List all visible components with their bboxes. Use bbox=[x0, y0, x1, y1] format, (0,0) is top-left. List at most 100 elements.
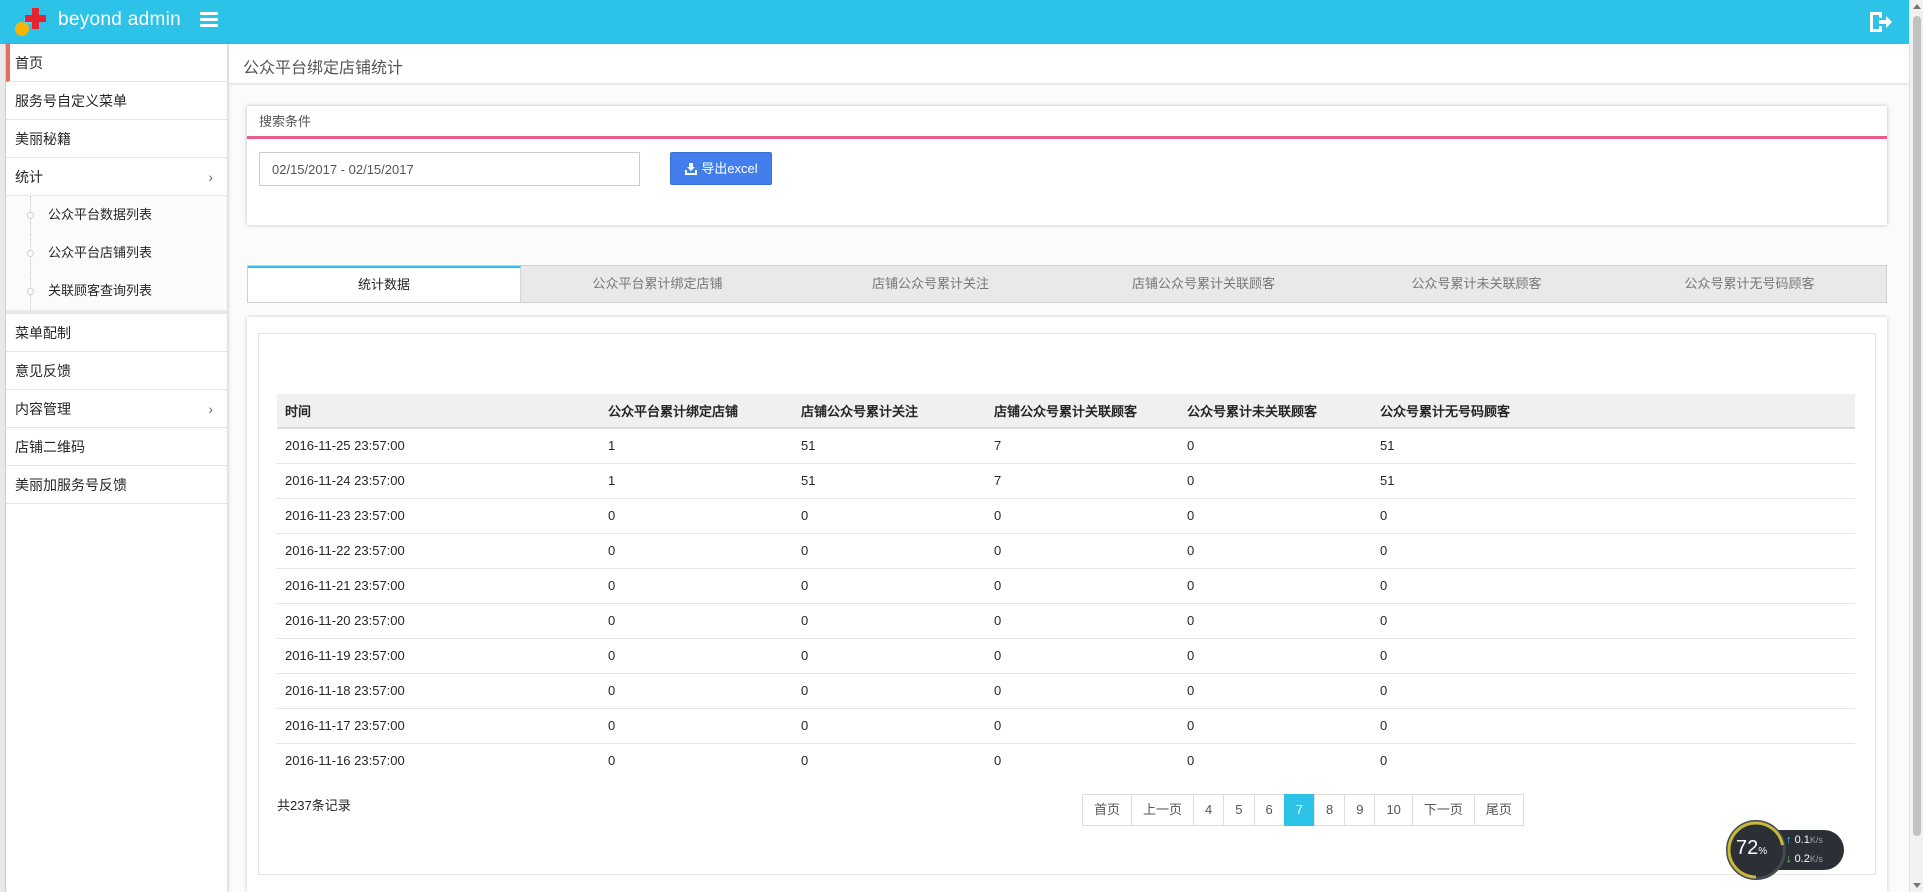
page-link[interactable]: 尾页 bbox=[1473, 794, 1524, 826]
column-header[interactable]: 公众号累计无号码顾客 bbox=[1372, 394, 1855, 429]
table-cell: 2016-11-23 23:57:00 bbox=[277, 498, 600, 534]
table-cell: 0 bbox=[1179, 673, 1372, 709]
bullet-icon bbox=[27, 250, 34, 257]
sidebar: 首页 服务号自定义菜单美丽秘籍统计 › 公众平台数据列表 公众平台店铺列表 关联顾客查询列… bbox=[0, 44, 228, 892]
sidebar-item[interactable]: 统计 › bbox=[6, 158, 227, 196]
top-navbar: beyond admin bbox=[0, 0, 1923, 44]
column-header[interactable]: 公众号累计未关联顾客 bbox=[1179, 394, 1372, 429]
table-cell: 51 bbox=[1372, 428, 1855, 464]
table-cell: 0 bbox=[600, 673, 793, 709]
table-cell: 2016-11-16 23:57:00 bbox=[285, 753, 405, 769]
brand-name[interactable]: beyond admin bbox=[58, 9, 181, 31]
page-link[interactable]: 上一页 bbox=[1131, 794, 1195, 826]
table-row: 2016-11-21 23:57:00 0 0 0 0 0 bbox=[277, 568, 1855, 604]
sidebar-item[interactable]: 首页 bbox=[6, 44, 227, 82]
stats-tabs: 统计数据 公众平台累计绑定店铺 店铺公众号累计关注 店铺公众号累计关联顾客 公众号累计未… bbox=[247, 265, 1887, 303]
table-cell: 0 bbox=[1179, 638, 1372, 674]
logo-icon[interactable] bbox=[13, 5, 49, 39]
column-header[interactable]: 店铺公众号累计关注 bbox=[793, 394, 986, 429]
tab-item[interactable]: 店铺公众号累计关注 bbox=[794, 266, 1067, 302]
speed-percent: 72% bbox=[1736, 837, 1768, 859]
sidebar-subitem[interactable]: 公众平台店铺列表 bbox=[6, 234, 227, 272]
page-link[interactable]: 下一页 bbox=[1411, 794, 1475, 826]
tab-item[interactable]: 公众平台累计绑定店铺 bbox=[521, 266, 794, 302]
page-link[interactable]: 9 bbox=[1344, 794, 1376, 826]
table-cell: 7 bbox=[986, 463, 1179, 499]
table-cell: 0 bbox=[986, 708, 1179, 744]
search-widget: 搜索条件 导出excel bbox=[247, 106, 1887, 225]
scrollbar-thumb[interactable] bbox=[1913, 16, 1921, 836]
column-header[interactable]: 店铺公众号累计关联顾客 bbox=[986, 394, 1179, 429]
sidebar-subitem[interactable]: 关联顾客查询列表 bbox=[6, 272, 227, 310]
sidebar-item-label: 菜单配制 bbox=[15, 325, 71, 341]
table-cell: 0 bbox=[793, 568, 986, 604]
sidebar-subitem[interactable]: 公众平台数据列表 bbox=[6, 196, 227, 234]
table-cell: 0 bbox=[608, 753, 616, 769]
export-button-label: 导出excel bbox=[701, 161, 758, 176]
menu-toggle-icon[interactable] bbox=[200, 12, 218, 28]
table-cell: 2016-11-18 23:57:00 bbox=[277, 673, 600, 709]
sidebar-item-label: 意见反馈 bbox=[15, 363, 71, 379]
date-range-input[interactable] bbox=[259, 152, 640, 186]
download-speed: ↓ 0.2K/s bbox=[1786, 853, 1823, 865]
table-cell: 0 bbox=[600, 708, 793, 744]
sidebar-item[interactable]: 菜单配制 bbox=[6, 314, 227, 352]
table-row: 2016-11-18 23:57:00 0 0 0 0 0 bbox=[277, 673, 1855, 709]
table-cell: 2016-11-25 23:57:00 bbox=[277, 428, 600, 464]
sidebar-item-label: 美丽秘籍 bbox=[15, 131, 71, 147]
bullet-icon bbox=[27, 212, 34, 219]
page-title: 公众平台绑定店铺统计 bbox=[243, 60, 404, 77]
scroll-down-icon[interactable] bbox=[1913, 883, 1921, 888]
table-row: 2016-11-22 23:57:00 0 0 0 0 0 bbox=[277, 533, 1855, 569]
upload-speed: ↑ 0.1K/s bbox=[1786, 834, 1823, 846]
column-header[interactable]: 公众平台累计绑定店铺 bbox=[600, 394, 793, 429]
tab-item[interactable]: 店铺公众号累计关联顾客 bbox=[1067, 266, 1340, 302]
tab-item[interactable]: 公众号累计无号码顾客 bbox=[1613, 266, 1886, 302]
sidebar-item[interactable]: 服务号自定义菜单 bbox=[6, 82, 227, 120]
table-cell: 0 bbox=[1179, 708, 1372, 744]
page-link[interactable]: 8 bbox=[1313, 794, 1346, 826]
pagination: 首页 上一页 4 5 6 7 8 9 10 下一页 尾页 bbox=[1082, 794, 1524, 826]
page-link[interactable]: 5 bbox=[1223, 794, 1255, 826]
table-cell: 0 bbox=[600, 533, 793, 569]
sidebar-menu: 首页 服务号自定义菜单美丽秘籍统计 › 公众平台数据列表 公众平台店铺列表 关联顾客查询列… bbox=[6, 44, 227, 504]
table-cell: 0 bbox=[793, 638, 986, 674]
table-cell: 0 bbox=[793, 673, 986, 709]
table-cell: 0 bbox=[986, 533, 1179, 569]
sidebar-item[interactable]: 美丽秘籍 bbox=[6, 120, 227, 158]
column-header[interactable]: 时间 bbox=[277, 394, 600, 429]
table-cell: 0 bbox=[600, 638, 793, 674]
export-excel-button[interactable]: 导出excel bbox=[670, 152, 772, 185]
table-row: 2016-11-20 23:57:00 0 0 0 0 0 bbox=[277, 603, 1855, 639]
table-cell: 1 bbox=[600, 428, 793, 464]
table-cell: 0 bbox=[986, 673, 1179, 709]
table-cell: 0 bbox=[1179, 533, 1372, 569]
sidebar-item[interactable]: 意见反馈 bbox=[6, 352, 227, 390]
table-cell: 0 bbox=[793, 533, 986, 569]
table-cell: 7 bbox=[986, 428, 1179, 464]
sidebar-item[interactable]: 美丽加服务号反馈 bbox=[6, 466, 227, 504]
scroll-up-icon[interactable] bbox=[1913, 4, 1921, 9]
table-row: 2016-11-17 23:57:00 0 0 0 0 0 bbox=[277, 708, 1855, 744]
tab-item[interactable]: 公众号累计未关联顾客 bbox=[1340, 266, 1613, 302]
table-cell: 0 bbox=[1372, 673, 1855, 709]
page-scrollbar[interactable] bbox=[1909, 0, 1923, 892]
stats-table: 时间 公众平台累计绑定店铺 店铺公众号累计关注 店铺公众号累计关联顾客 公众号累计未关联… bbox=[277, 394, 1855, 778]
table-cell: 2016-11-19 23:57:00 bbox=[277, 638, 600, 674]
table-cell: 0 bbox=[600, 498, 793, 534]
table-cell: 0 bbox=[1179, 568, 1372, 604]
page-link[interactable]: 首页 bbox=[1082, 794, 1133, 826]
page-link[interactable]: 10 bbox=[1374, 794, 1413, 826]
table-cell: 0 bbox=[1187, 753, 1195, 769]
sidebar-item[interactable]: 内容管理 › bbox=[6, 390, 227, 428]
table-cell: 2016-11-20 23:57:00 bbox=[277, 603, 600, 639]
page-link[interactable]: 7 bbox=[1283, 794, 1315, 826]
page-link[interactable]: 6 bbox=[1253, 794, 1285, 826]
logout-icon[interactable] bbox=[1867, 10, 1893, 34]
page-link[interactable]: 4 bbox=[1193, 794, 1225, 826]
sidebar-item[interactable]: 店铺二维码 bbox=[6, 428, 227, 466]
network-speed-widget[interactable]: 72% ↑ 0.1K/s ↓ 0.2K/s bbox=[1726, 820, 1844, 880]
table-cell: 0 bbox=[994, 753, 1002, 769]
tab-item[interactable]: 统计数据 bbox=[248, 266, 521, 302]
table-cell: 0 bbox=[1372, 603, 1855, 639]
